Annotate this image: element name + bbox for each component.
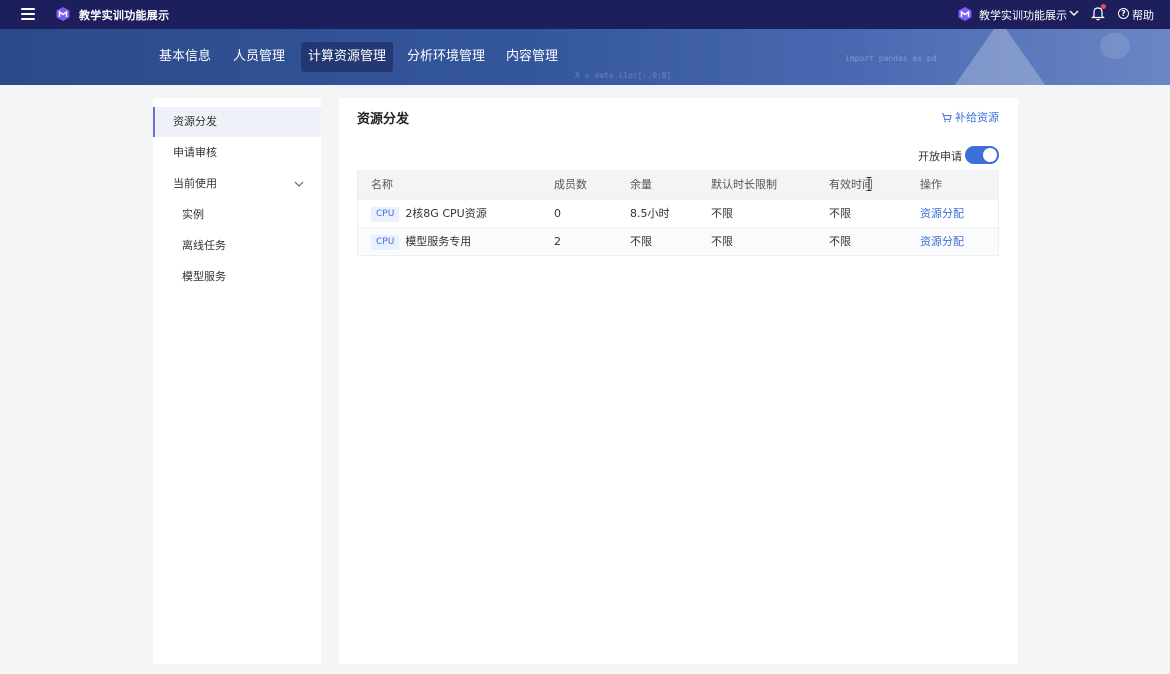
sidebar-item-model-services[interactable]: 模型服务 xyxy=(153,262,321,292)
tab-personnel[interactable]: 人员管理 xyxy=(226,42,292,72)
sidebar-item-current-usage[interactable]: 当前使用 xyxy=(153,169,321,199)
app-title: 教学实训功能展示 xyxy=(79,9,170,22)
supply-resources-label: 补给资源 xyxy=(955,111,999,124)
nav-banner: import pandas as pd X = data.iloc[:,0:8]… xyxy=(0,29,1170,85)
resource-type-tag: CPU xyxy=(371,206,400,222)
help-link[interactable]: 帮助 xyxy=(1132,7,1154,23)
sidebar-item-resource-distribution[interactable]: 资源分发 xyxy=(153,107,321,137)
members-cell: 0 xyxy=(554,207,561,220)
tab-analysis-env[interactable]: 分析环境管理 xyxy=(400,42,492,72)
tab-compute-resources[interactable]: 计算资源管理 xyxy=(301,42,394,72)
allocate-resource-link[interactable]: 资源分配 xyxy=(920,200,964,228)
resource-name-cell: CPU 模型服务专用 xyxy=(371,228,471,256)
banner-code-text: import pandas as pd xyxy=(845,54,937,63)
toggle-knob xyxy=(983,148,997,162)
open-apply-toggle[interactable] xyxy=(965,146,999,164)
menu-icon[interactable] xyxy=(21,8,35,20)
cart-icon xyxy=(941,112,952,122)
resource-name-cell: CPU 2核8G CPU资源 xyxy=(371,200,487,228)
default-limit-cell: 不限 xyxy=(711,207,733,220)
chevron-down-icon[interactable] xyxy=(293,178,305,190)
workspace-switcher[interactable]: 教学实训功能展示 xyxy=(979,7,1067,23)
resource-type-tag: CPU xyxy=(371,234,400,250)
valid-time-cell: 不限 xyxy=(829,207,851,220)
open-apply-label: 开放申请 xyxy=(918,150,962,163)
table-row: CPU 模型服务专用 2 不限 不限 不限 资源分配 xyxy=(358,227,998,255)
chevron-down-icon[interactable] xyxy=(1068,6,1080,20)
main-panel: 资源分发 补给资源 开放申请 名称 成员数 余量 默认时长限制 有效时间 操作 … xyxy=(339,98,1018,664)
supply-resources-button[interactable]: 补给资源 xyxy=(941,109,999,125)
remaining-cell: 不限 xyxy=(630,235,652,248)
notification-badge xyxy=(1101,4,1106,9)
sidebar: 资源分发 申请审核 当前使用 实例 离线任务 模型服务 xyxy=(153,98,321,664)
table-row: CPU 2核8G CPU资源 0 8.5小时 不限 不限 资源分配 xyxy=(358,199,998,227)
remaining-cell: 8.5小时 xyxy=(630,207,670,220)
resource-name: 模型服务专用 xyxy=(405,235,472,248)
sidebar-item-label: 当前使用 xyxy=(173,177,217,190)
tab-content[interactable]: 内容管理 xyxy=(499,42,565,72)
tab-basic-info[interactable]: 基本信息 xyxy=(152,42,218,72)
allocate-resource-link[interactable]: 资源分配 xyxy=(920,228,964,256)
workspace-logo-icon xyxy=(958,7,972,21)
members-cell: 2 xyxy=(554,235,561,248)
column-header-members: 成员数 xyxy=(554,178,587,191)
banner-code-text: X = data.iloc[:,0:8] xyxy=(575,71,672,80)
sidebar-item-application-review[interactable]: 申请审核 xyxy=(153,138,321,168)
logo-icon xyxy=(56,7,70,21)
page-title: 资源分发 xyxy=(357,112,410,127)
valid-time-cell: 不限 xyxy=(829,235,851,248)
top-bar: 教学实训功能展示 教学实训功能展示 ? 帮助 xyxy=(0,0,1170,29)
banner-decoration xyxy=(1100,33,1130,59)
sidebar-item-instances[interactable]: 实例 xyxy=(153,200,321,230)
default-limit-cell: 不限 xyxy=(711,235,733,248)
column-header-action: 操作 xyxy=(920,178,942,191)
column-header-remaining: 余量 xyxy=(630,178,652,191)
column-header-default-limit: 默认时长限制 xyxy=(711,178,777,191)
resource-table: 名称 成员数 余量 默认时长限制 有效时间 操作 CPU 2核8G CPU资源 0… xyxy=(357,170,999,256)
sidebar-item-offline-tasks[interactable]: 离线任务 xyxy=(153,231,321,261)
help-icon[interactable]: ? xyxy=(1118,8,1129,19)
resource-name: 2核8G CPU资源 xyxy=(405,207,487,220)
column-header-name: 名称 xyxy=(371,178,393,191)
table-header: 名称 成员数 余量 默认时长限制 有效时间 操作 xyxy=(358,171,998,199)
text-cursor-icon xyxy=(866,177,872,191)
banner-decoration xyxy=(953,29,1047,85)
